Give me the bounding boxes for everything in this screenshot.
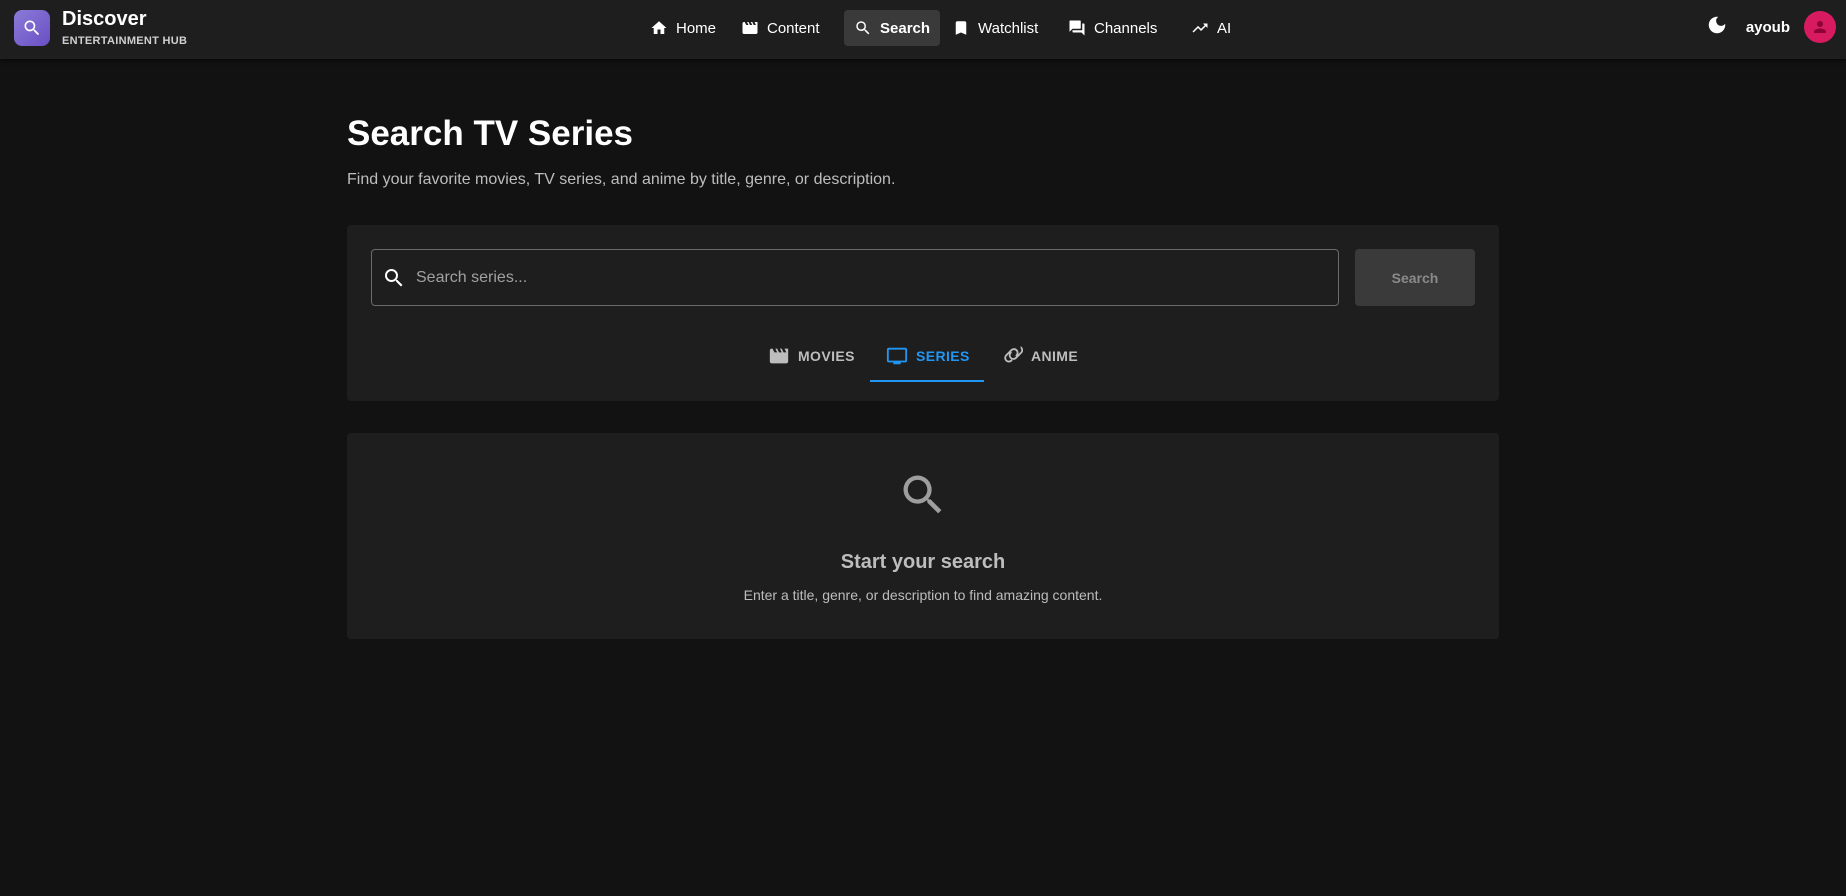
nav-item-label: Watchlist	[978, 19, 1039, 37]
nav-item-ai[interactable]: AI	[1181, 10, 1241, 46]
content-type-tabs: MOVIES SERIES ANIME	[347, 332, 1499, 384]
tab-label: MOVIES	[798, 348, 855, 364]
tab-label: SERIES	[916, 348, 970, 364]
forum-icon	[1069, 20, 1085, 36]
search-icon	[897, 469, 949, 521]
tab-anime[interactable]: ANIME	[985, 332, 1094, 380]
trending-up-icon	[1192, 23, 1208, 33]
tab-series[interactable]: SERIES	[870, 332, 986, 380]
tab-label: ANIME	[1031, 348, 1079, 364]
empty-state-description: Enter a title, genre, or description to …	[743, 587, 1103, 603]
search-input[interactable]	[416, 268, 1316, 287]
top-app-bar: Discover ENTERTAINMENT HUB Home Content …	[0, 0, 1846, 59]
page-subtitle: Find your favorite movies, TV series, an…	[347, 171, 896, 188]
movie-icon	[742, 22, 758, 34]
nav-item-label: AI	[1217, 19, 1232, 37]
search-icon	[385, 268, 403, 286]
home-icon	[651, 21, 667, 34]
nav-item-label: Content	[767, 19, 820, 37]
avatar[interactable]	[1804, 11, 1836, 43]
main-nav: Home Content Search Watchlist Channels A…	[0, 10, 1846, 46]
search-button[interactable]: Search	[1355, 249, 1475, 306]
bookmark-icon	[955, 21, 967, 35]
person-icon	[1814, 21, 1826, 33]
nav-item-content[interactable]: Content	[731, 10, 830, 46]
empty-state: Start your search Enter a title, genre, …	[347, 433, 1499, 639]
page-title: Search TV Series	[347, 114, 633, 153]
anime-icon	[1004, 346, 1023, 363]
tab-movies[interactable]: MOVIES	[752, 332, 871, 380]
tv-icon	[886, 347, 908, 365]
username: ayoub	[1745, 18, 1790, 36]
search-field[interactable]	[371, 249, 1339, 306]
nav-item-label: Channels	[1094, 19, 1158, 37]
nav-item-label: Home	[676, 19, 717, 37]
nav-item-home[interactable]: Home	[640, 10, 726, 46]
search-panel: Search MOVIES SERIES ANIME	[347, 225, 1499, 401]
empty-state-title: Start your search	[840, 551, 1006, 573]
nav-item-label: Search	[880, 19, 931, 37]
active-tab-indicator	[870, 380, 984, 382]
user-area: ayoub	[1706, 11, 1836, 43]
nav-item-channels[interactable]: Channels	[1058, 10, 1167, 46]
movie-icon	[769, 348, 789, 364]
search-icon	[856, 21, 870, 35]
dark-mode-icon[interactable]	[1706, 14, 1728, 41]
nav-item-search[interactable]: Search	[844, 10, 941, 46]
nav-item-watchlist[interactable]: Watchlist	[942, 10, 1048, 46]
